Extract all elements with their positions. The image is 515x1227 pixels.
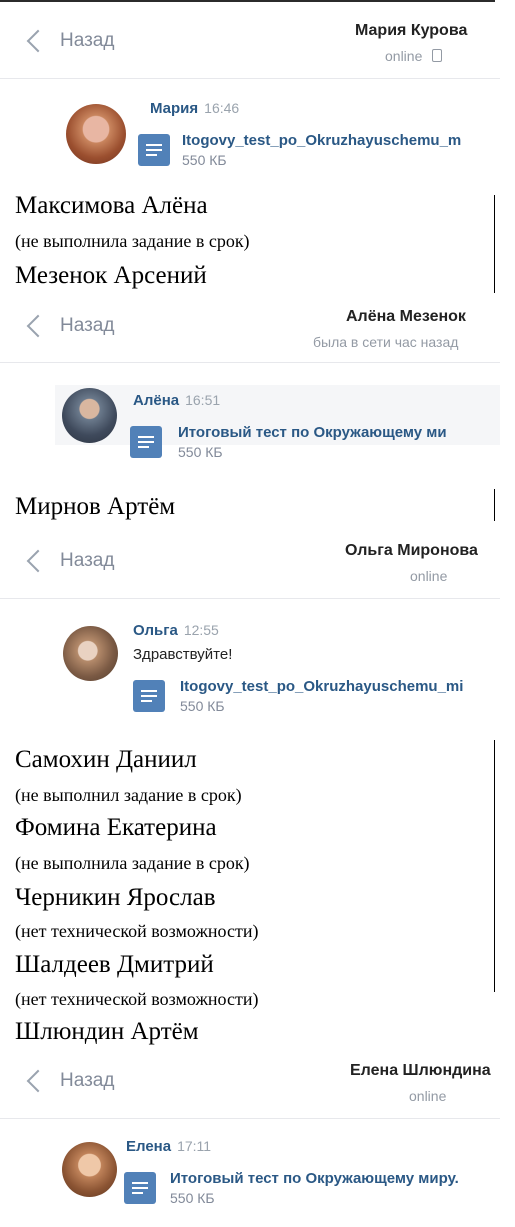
document-icon[interactable] — [133, 680, 165, 712]
back-button[interactable]: Назад — [26, 549, 114, 573]
chat-title: Ольга Миронова — [345, 542, 478, 559]
chat-status: online — [410, 568, 448, 584]
student-note: (не выполнила задание в срок) — [15, 853, 250, 873]
avatar[interactable] — [63, 626, 118, 681]
attachment-name[interactable]: Itogovy_test_po_Okruzhayuschemu_m — [182, 132, 461, 149]
chat-status: была в сети час назад — [313, 334, 459, 350]
document-icon[interactable] — [124, 1172, 156, 1204]
student-note: (не выполнил задание в срок) — [15, 785, 242, 805]
student-note: (нет технической возможности) — [15, 921, 259, 941]
chevron-left-icon — [26, 549, 50, 573]
attachment-name[interactable]: Itogovy_test_po_Okruzhayuschemu_mi — [180, 678, 463, 695]
student-name: Фомина Екатерина — [15, 814, 217, 841]
chat-title: Алёна Мезенок — [346, 308, 466, 325]
message-text: Здравствуйте! — [133, 646, 233, 663]
student-note: (нет технической возможности) — [15, 989, 259, 1009]
student-name: Максимова Алёна — [15, 192, 208, 219]
student-name: Мирнов Артём — [15, 493, 176, 520]
attachment-size: 550 КБ — [178, 444, 223, 460]
header-separator — [0, 1118, 500, 1119]
header-separator — [0, 362, 500, 363]
chevron-left-icon — [26, 29, 50, 53]
student-name: Самохин Даниил — [15, 746, 197, 773]
top-border — [0, 0, 495, 2]
message-sender[interactable]: Мария 16:46 — [150, 100, 239, 117]
document-icon[interactable] — [130, 426, 162, 458]
message-time: 16:46 — [204, 100, 240, 116]
chat-title: Мария Курова — [355, 22, 468, 39]
divider-line — [494, 195, 495, 293]
student-name: Черникин Ярослав — [15, 884, 216, 911]
student-name: Мезенок Арсений — [15, 262, 207, 289]
avatar[interactable] — [62, 388, 117, 443]
document-icon[interactable] — [138, 134, 170, 166]
attachment-name[interactable]: Итоговый тест по Окружающему миру. — [170, 1170, 459, 1187]
avatar[interactable] — [62, 1142, 117, 1197]
back-button[interactable]: Назад — [26, 1069, 114, 1093]
message-time: 16:51 — [185, 392, 221, 408]
message-sender[interactable]: Алёна 16:51 — [133, 392, 220, 409]
message-sender[interactable]: Елена 17:11 — [126, 1138, 211, 1155]
chevron-left-icon — [26, 1069, 50, 1093]
chevron-left-icon — [26, 314, 50, 338]
divider-line — [494, 740, 495, 992]
message-time: 12:55 — [183, 622, 219, 638]
attachment-size: 550 КБ — [180, 698, 225, 714]
attachment-name[interactable]: Итоговый тест по Окружающему ми — [178, 424, 447, 441]
attachment-size: 550 КБ — [182, 152, 227, 168]
header-separator — [0, 598, 500, 599]
avatar[interactable] — [66, 104, 126, 164]
mobile-icon — [432, 49, 443, 62]
back-button[interactable]: Назад — [26, 29, 114, 53]
chat-status: online — [409, 1088, 447, 1104]
message-sender[interactable]: Ольга 12:55 — [133, 622, 219, 639]
chat-title: Елена Шлюндина — [350, 1062, 491, 1079]
chat-status: online — [385, 48, 443, 64]
back-button[interactable]: Назад — [26, 314, 114, 338]
attachment-size: 550 КБ — [170, 1190, 215, 1206]
header-separator — [0, 78, 500, 79]
divider-line — [494, 489, 495, 521]
student-name: Шалдеев Дмитрий — [15, 951, 214, 978]
message-time: 17:11 — [177, 1138, 212, 1154]
student-note: (не выполнила задание в срок) — [15, 231, 250, 251]
student-name: Шлюндин Артём — [15, 1018, 199, 1045]
